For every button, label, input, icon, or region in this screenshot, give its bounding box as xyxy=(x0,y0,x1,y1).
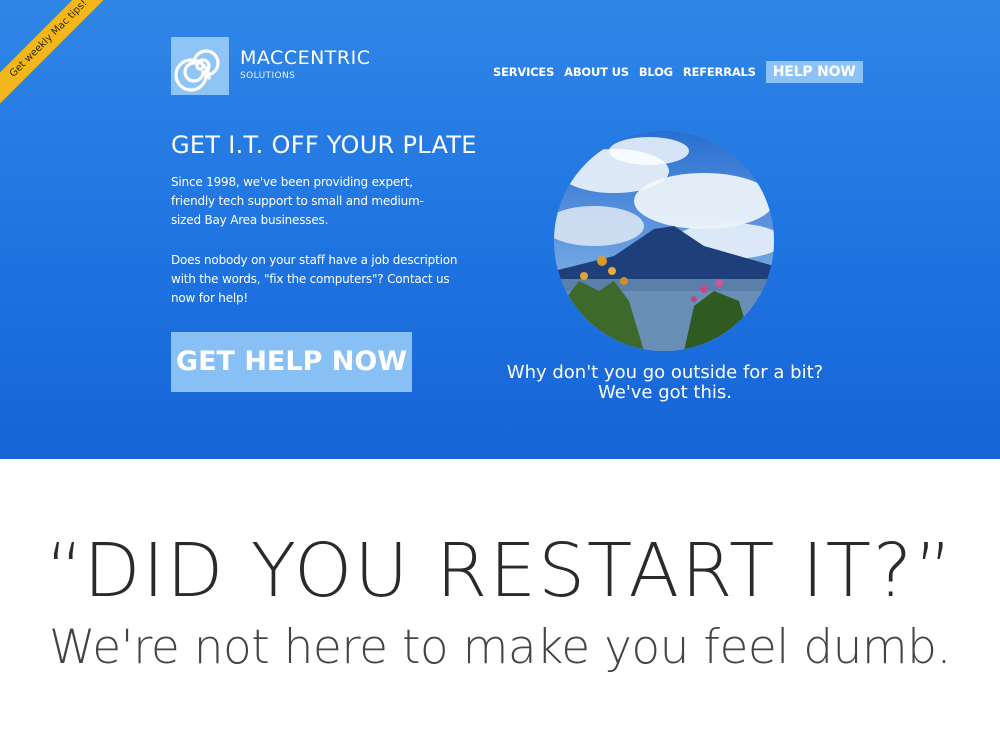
photo-caption-line1: Why don't you go outside for a bit? xyxy=(506,362,824,383)
nav-blog[interactable]: BLOG xyxy=(639,65,673,79)
weekly-tips-ribbon[interactable]: Get weekly Mac tips! xyxy=(0,0,124,114)
hero-paragraph-intro: Since 1998, we've been providing expert,… xyxy=(171,175,424,227)
landscape-photo xyxy=(554,131,774,351)
spiral-icon xyxy=(174,49,220,92)
nav-services[interactable]: SERVICES xyxy=(493,65,554,79)
quote-heading: “DID YOU RESTART IT?” xyxy=(45,528,955,614)
nav-help-now-button[interactable]: HELP NOW xyxy=(765,61,863,83)
hero-paragraph-question: Does nobody on your staff have a job des… xyxy=(171,253,458,305)
hero-section: Get weekly Mac tips! MACCENTRIC SOLUTION… xyxy=(0,0,1000,459)
hero-headline: GET I.T. OFF YOUR PLATE xyxy=(171,131,477,159)
nav-about-us[interactable]: ABOUT US xyxy=(564,65,629,79)
photo-caption-line2: We've got this. xyxy=(598,382,732,403)
nav-referrals[interactable]: REFERRALS xyxy=(683,65,756,79)
photo-caption: Why don't you go outside for a bit? We'v… xyxy=(500,363,830,403)
logo[interactable] xyxy=(171,37,229,95)
get-help-now-button[interactable]: GET HELP NOW xyxy=(171,332,412,392)
brand-subtitle: SOLUTIONS xyxy=(240,71,296,81)
main-nav: SERVICES ABOUT US BLOG REFERRALS HELP NO… xyxy=(493,61,863,83)
quote-tagline: We're not here to make you feel dumb. xyxy=(49,620,951,675)
brand-name: MACCENTRIC xyxy=(240,47,371,69)
